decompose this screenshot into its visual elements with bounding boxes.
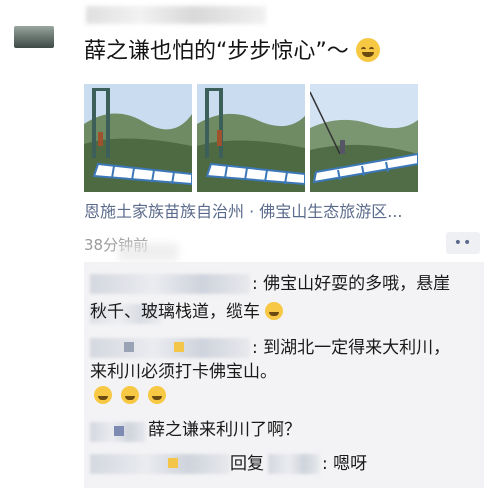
comment-1-line-2: 秋千、玻璃栈道，缆车	[90, 300, 287, 324]
comment-2-line-1: : 到湖北一定得来大利川，	[252, 338, 451, 358]
laughing-face-emoji-icon	[355, 38, 380, 62]
pixel-mask	[168, 458, 178, 468]
avatar[interactable]	[14, 26, 54, 48]
comment-4-line-1: : 嗯呀	[322, 454, 368, 474]
pixel-mask	[174, 342, 184, 352]
more-options-dots-icon: ••	[453, 235, 473, 251]
comment-2-line-2: 来利川必须打卡佛宝山。	[90, 362, 277, 382]
laughing-face-emoji-icon	[94, 386, 112, 404]
smiling-face-emoji-icon	[265, 302, 284, 320]
laughing-face-emoji-icon	[121, 386, 140, 404]
post-photo-1[interactable]	[84, 84, 192, 192]
blurred-commenter-name	[90, 274, 250, 294]
comments-panel: : 佛宝山好耍的多哦，悬崖 秋千、玻璃栈道，缆车 : 到湖北一定得来大利川， 来…	[84, 262, 484, 488]
more-options-button[interactable]: ••	[446, 232, 480, 254]
post-text-label: 薛之谦也怕的“步步惊心”～	[84, 39, 349, 64]
comment-1-line-1: : 佛宝山好耍的多哦，悬崖	[252, 274, 451, 294]
comment-4-reply-word: 回复	[230, 454, 264, 474]
pixel-mask	[114, 426, 124, 436]
comment-3-line-1: 薛之谦来利川了啊？	[148, 420, 301, 440]
blurred-reply-target	[268, 454, 320, 474]
blurred-overlay	[118, 243, 178, 261]
blurred-username	[86, 6, 266, 24]
post-photo-3[interactable]	[310, 84, 418, 192]
laughing-face-emoji-icon	[148, 386, 167, 404]
post-text: 薛之谦也怕的“步步惊心”～	[84, 36, 380, 68]
blurred-commenter-name	[90, 454, 230, 474]
post-photo-2[interactable]	[197, 84, 305, 192]
blurred-commenter-name	[90, 338, 250, 358]
location-link[interactable]: 恩施土家族苗族自治州 · 佛宝山生态旅游区...	[84, 202, 403, 222]
emoji-group	[94, 386, 170, 405]
pixel-mask	[124, 342, 134, 352]
